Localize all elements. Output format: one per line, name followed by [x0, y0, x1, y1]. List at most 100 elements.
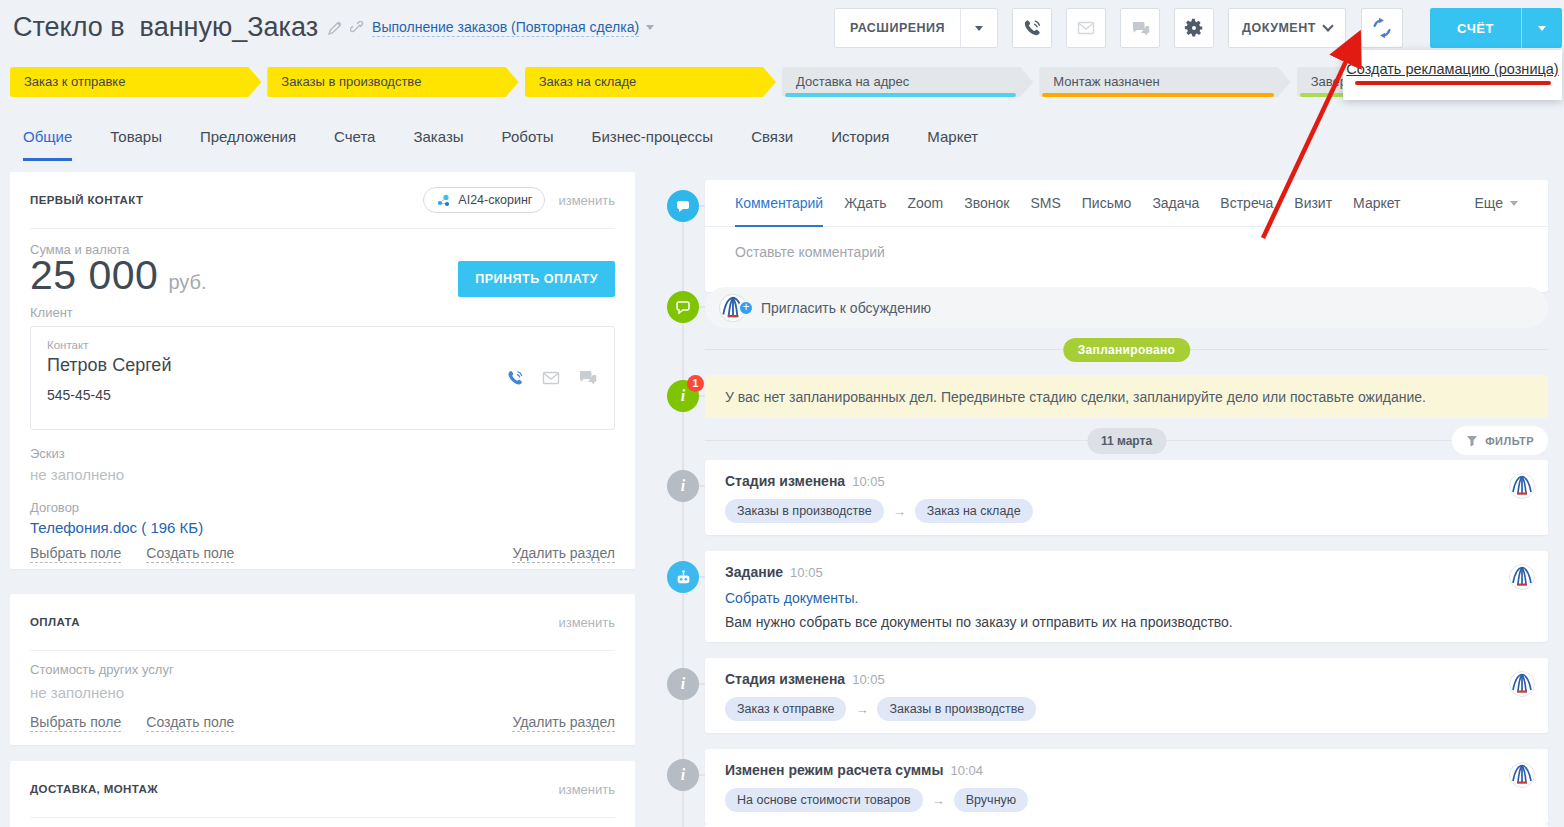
- invite-to-discussion[interactable]: + Пригласить к обсуждению: [705, 287, 1548, 328]
- date-badge: 11 марта: [1087, 428, 1166, 454]
- tab-item[interactable]: История: [831, 128, 889, 161]
- stage-item[interactable]: Заказ на складе: [525, 67, 776, 97]
- timeline-tab[interactable]: Ждать: [844, 180, 886, 227]
- timeline-rail: [682, 192, 684, 827]
- create-complaint-item[interactable]: Создать рекламацию (розница): [1346, 61, 1558, 77]
- edit-title-icon[interactable]: [328, 21, 342, 35]
- discussion-bubble-icon: [667, 291, 699, 323]
- invoice-dropdown-button[interactable]: [1522, 26, 1562, 31]
- delete-section-link[interactable]: Удалить раздел: [512, 714, 615, 732]
- tab-item[interactable]: Общие: [23, 128, 72, 161]
- contract-file-link[interactable]: Телефония.doc ( 196 КБ): [30, 519, 203, 536]
- chevron-down-icon: [975, 26, 983, 31]
- ai-scoring-badge[interactable]: AI24-скоринг: [423, 187, 545, 213]
- timeline-tab[interactable]: Встреча: [1220, 180, 1273, 227]
- accept-payment-button[interactable]: ПРИНЯТЬ ОПЛАТУ: [458, 261, 615, 297]
- chat-contact-icon[interactable]: [577, 367, 598, 388]
- tab-more[interactable]: Еще: [1475, 195, 1519, 211]
- timeline-entry: iИзменен режим расчета суммы10:04На осно…: [705, 749, 1548, 824]
- timeline-tabs: Комментарий Ждать Zoom Звонок SMS Письмо Задач…: [705, 180, 1548, 227]
- chat-button[interactable]: [1120, 8, 1160, 48]
- stage-from-badge: Заказы в производстве: [725, 499, 884, 523]
- comment-input[interactable]: Оставьте комментарий: [705, 227, 1548, 277]
- create-field-link[interactable]: Создать поле: [146, 545, 234, 563]
- info-icon: i 1: [667, 380, 699, 412]
- info-icon: i: [667, 759, 699, 791]
- tab-item[interactable]: Товары: [110, 128, 162, 161]
- call-button[interactable]: [1012, 8, 1052, 48]
- timeline-tab[interactable]: Маркет: [1353, 180, 1400, 227]
- molecule-icon: [436, 193, 451, 208]
- call-contact-icon[interactable]: [505, 368, 525, 388]
- timeline-tab[interactable]: Комментарий: [735, 180, 823, 227]
- timeline-tab[interactable]: Задача: [1152, 180, 1199, 227]
- tab-item[interactable]: Маркет: [927, 128, 978, 161]
- stage-item[interactable]: Доставка на адрес: [782, 67, 1033, 97]
- chevron-down-icon: [1510, 201, 1518, 206]
- timeline-tab[interactable]: Визит: [1294, 180, 1332, 227]
- document-label: ДОКУМЕНТ: [1242, 21, 1316, 35]
- pipeline-link[interactable]: Выполнение заказов (Повторная сделка): [372, 18, 639, 37]
- timeline-entry: iСтадия изменена10:05Заказы в производст…: [705, 460, 1548, 535]
- select-field-link[interactable]: Выбрать поле: [30, 545, 121, 563]
- comment-bubble-icon: [667, 190, 699, 222]
- timeline-entry: Задание10:05Собрать документы.Вам нужно …: [705, 551, 1548, 642]
- edit-section-link[interactable]: изменить: [558, 782, 615, 797]
- stage-from-badge: На основе стоимости товаров: [725, 788, 923, 812]
- email-contact-icon[interactable]: [541, 368, 561, 388]
- deal-stage-bar: Заказ к отправкеЗаказы в производствеЗак…: [10, 67, 1554, 97]
- entry-time: 10:05: [790, 565, 823, 580]
- chevron-down-icon: [646, 25, 654, 30]
- timeline-tab[interactable]: Письмо: [1082, 180, 1132, 227]
- info-icon: i: [667, 470, 699, 502]
- entry-time: 10:04: [950, 763, 983, 778]
- chevron-down-icon: [1322, 20, 1333, 31]
- deal-currency: руб.: [168, 271, 206, 294]
- section-title: ОПЛАТА: [30, 616, 80, 628]
- entry-title: Стадия изменена: [725, 671, 845, 687]
- delete-section-link[interactable]: Удалить раздел: [512, 545, 615, 563]
- deal-amount: 25 000: [30, 252, 158, 299]
- business-process-button[interactable]: [1361, 8, 1403, 48]
- page-title: Стекло в ванную_Заказ: [13, 12, 318, 43]
- link-icon: [350, 21, 364, 35]
- extensions-label: РАСШИРЕНИЯ: [835, 21, 960, 35]
- extensions-button[interactable]: РАСШИРЕНИЯ: [834, 8, 998, 48]
- tab-item[interactable]: Заказы: [413, 128, 463, 161]
- planned-divider: Запланировано: [705, 338, 1548, 362]
- tab-item[interactable]: Связи: [751, 128, 793, 161]
- tab-item[interactable]: Бизнес-процессы: [592, 128, 714, 161]
- task-link[interactable]: Собрать документы.: [725, 590, 1528, 606]
- section-first-contact: ПЕРВЫЙ КОНТАКТ AI24-скоринг изменить Сум…: [10, 172, 635, 569]
- info-icon: i: [667, 668, 699, 700]
- phone-icon: [1021, 17, 1043, 39]
- robot-icon: [667, 561, 699, 593]
- avatar: [1509, 473, 1535, 499]
- stage-from-badge: Заказ к отправке: [725, 697, 846, 721]
- create-field-link[interactable]: Создать поле: [146, 714, 234, 732]
- tab-item[interactable]: Роботы: [502, 128, 554, 161]
- invoice-button[interactable]: СЧЁТ: [1430, 8, 1562, 48]
- header-actions: РАСШИРЕНИЯ ДОКУМЕНТ СЧЁТ: [820, 8, 1562, 48]
- tab-item[interactable]: Счета: [334, 128, 375, 161]
- stage-item[interactable]: Заказы в производстве: [267, 67, 518, 97]
- email-button[interactable]: [1066, 8, 1106, 48]
- timeline-tab[interactable]: Zoom: [907, 180, 943, 227]
- stage-item[interactable]: Монтаж назначен: [1039, 67, 1290, 97]
- chevron-down-icon: [1538, 26, 1546, 31]
- sketch-label: Эскиз: [30, 446, 65, 461]
- edit-section-link[interactable]: изменить: [558, 193, 615, 208]
- filter-button[interactable]: ФИЛЬТР: [1452, 426, 1548, 455]
- document-button[interactable]: ДОКУМЕНТ: [1228, 8, 1346, 48]
- funnel-icon: [1466, 435, 1478, 447]
- edit-section-link[interactable]: изменить: [558, 615, 615, 630]
- timeline-tab[interactable]: Звонок: [964, 180, 1009, 227]
- tab-item[interactable]: Предложения: [200, 128, 296, 161]
- select-field-link[interactable]: Выбрать поле: [30, 714, 121, 732]
- settings-button[interactable]: [1174, 8, 1214, 48]
- timeline-tab[interactable]: SMS: [1030, 180, 1060, 227]
- contact-phone: 545-45-45: [47, 387, 598, 403]
- contract-label: Договор: [30, 500, 79, 515]
- stage-item[interactable]: Заказ к отправке: [10, 67, 261, 97]
- mail-icon: [1076, 18, 1096, 38]
